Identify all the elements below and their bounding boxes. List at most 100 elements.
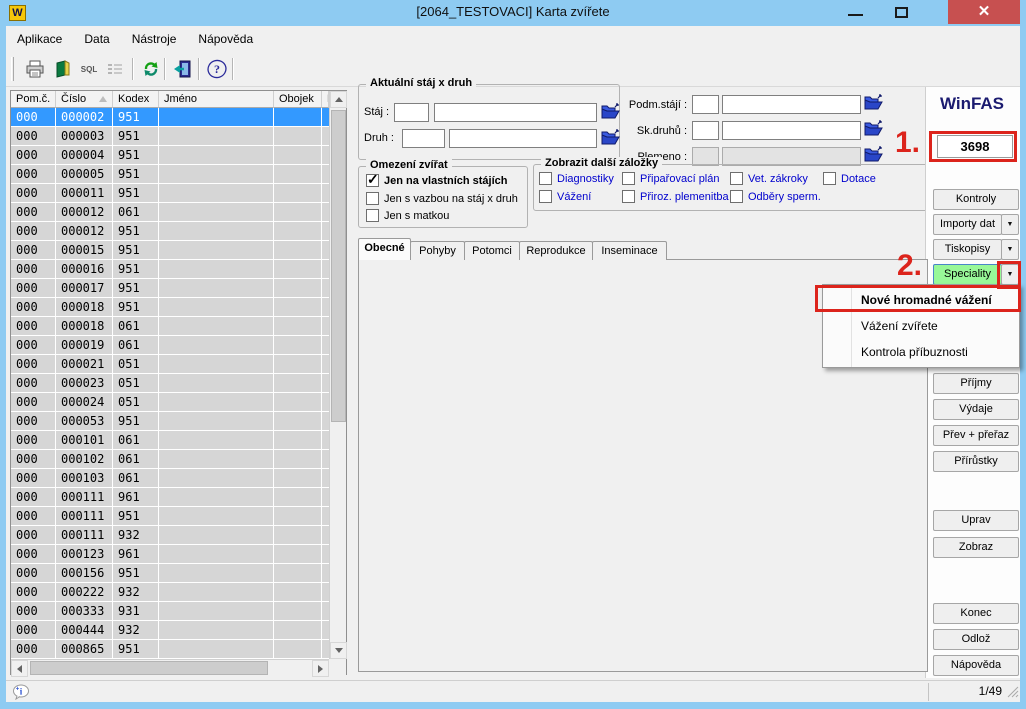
tab-obecne[interactable]: Obecné: [358, 238, 411, 260]
odloz-button[interactable]: Odlož: [933, 629, 1019, 650]
sk-druhu-code-input[interactable]: [692, 121, 719, 140]
table-row[interactable]: 000000053951: [11, 412, 329, 431]
staj-name-input[interactable]: [434, 103, 597, 122]
konec-button[interactable]: Konec: [933, 603, 1019, 624]
prijmy-button[interactable]: Příjmy: [933, 373, 1019, 394]
scroll-left-button[interactable]: [11, 660, 28, 677]
close-button[interactable]: ✕: [948, 0, 1020, 24]
podm-staji-code-input[interactable]: [692, 95, 719, 114]
checkbox-priroz-plemenitba[interactable]: Přiroz. plemenitba: [622, 190, 729, 203]
table-row[interactable]: 000000156951: [11, 564, 329, 583]
column-header-obojek[interactable]: Obojek: [274, 91, 322, 108]
checkbox-vazeni[interactable]: Vážení: [539, 190, 591, 203]
podm-staji-lookup-button[interactable]: [864, 94, 884, 111]
menu-napoveda[interactable]: Nápověda: [187, 28, 264, 50]
prirustky-button[interactable]: Přírůstky: [933, 451, 1019, 472]
menu-aplikace[interactable]: Aplikace: [6, 28, 73, 50]
menu-item-vazeni-zvirete[interactable]: Vážení zvířete: [853, 313, 1019, 339]
table-row[interactable]: 000000012951: [11, 222, 329, 241]
table-row[interactable]: 000000011951: [11, 184, 329, 203]
tiskopisy-dropdown-button[interactable]: ▼: [1001, 239, 1019, 260]
prev-preraz-button[interactable]: Přev + přeřaz: [933, 425, 1019, 446]
horizontal-scrollbar[interactable]: [11, 659, 329, 676]
vertical-scroll-thumb[interactable]: [331, 110, 346, 422]
checkbox-jen-s-vazbou[interactable]: Jen s vazbou na stáj x druh: [366, 192, 518, 205]
tab-inseminace[interactable]: Inseminace: [592, 241, 667, 260]
menu-item-kontrola-pribuznosti[interactable]: Kontrola příbuznosti: [853, 339, 1019, 365]
table-row[interactable]: 000000004951: [11, 146, 329, 165]
table-row[interactable]: 000000024051: [11, 393, 329, 412]
maximize-button[interactable]: [879, 0, 925, 24]
kontroly-button[interactable]: Kontroly: [933, 189, 1019, 210]
print-button[interactable]: [22, 56, 48, 82]
table-row[interactable]: 000000865951: [11, 640, 329, 659]
exit-button[interactable]: [170, 56, 196, 82]
checkbox-vet-zakroky[interactable]: Vet. zákroky: [730, 172, 808, 185]
table-row[interactable]: 000000101061: [11, 431, 329, 450]
table-row[interactable]: 000000005951: [11, 165, 329, 184]
table-row[interactable]: 000000017951: [11, 279, 329, 298]
table-row[interactable]: 000000123961: [11, 545, 329, 564]
scroll-up-button[interactable]: [330, 91, 347, 108]
tiskopisy-button[interactable]: Tiskopisy: [933, 239, 1002, 260]
tab-reprodukce[interactable]: Reprodukce: [519, 241, 593, 260]
importy-dat-dropdown-button[interactable]: ▼: [1001, 214, 1019, 235]
table-row[interactable]: 000000015951: [11, 241, 329, 260]
help-button[interactable]: ?: [204, 56, 230, 82]
checkbox-jen-na-vlastnich-stajich[interactable]: Jen na vlastních stájích: [366, 174, 508, 187]
toolbar-grip[interactable]: [11, 57, 14, 81]
druh-code-input[interactable]: [402, 129, 445, 148]
horizontal-scroll-thumb[interactable]: [30, 661, 268, 675]
plemeno-lookup-button[interactable]: [864, 146, 884, 163]
scroll-right-button[interactable]: [312, 660, 329, 677]
importy-dat-button[interactable]: Importy dat: [933, 214, 1002, 235]
table-row[interactable]: 000000333931: [11, 602, 329, 621]
table-row[interactable]: 000000111951: [11, 507, 329, 526]
checkbox-priparovaci-plan[interactable]: Připařovací plán: [622, 172, 720, 185]
speciality-button[interactable]: Speciality: [933, 264, 1002, 285]
staj-code-input[interactable]: [394, 103, 429, 122]
checkbox-jen-s-matkou[interactable]: Jen s matkou: [366, 209, 449, 222]
table-row[interactable]: 000000222932: [11, 583, 329, 602]
table-row[interactable]: 000000111961: [11, 488, 329, 507]
tab-pohyby[interactable]: Pohyby: [410, 241, 465, 260]
column-header-kodex[interactable]: Kodex: [113, 91, 159, 108]
sk-druhu-lookup-button[interactable]: [864, 120, 884, 137]
journal-button[interactable]: [50, 56, 76, 82]
table-row[interactable]: 000000444932: [11, 621, 329, 640]
druh-name-input[interactable]: [449, 129, 597, 148]
sql-button[interactable]: SQL: [76, 56, 102, 82]
zobraz-button[interactable]: Zobraz: [933, 537, 1019, 558]
table-row[interactable]: 000000023051: [11, 374, 329, 393]
table-row[interactable]: 000000111932: [11, 526, 329, 545]
table-row[interactable]: 000000019061: [11, 336, 329, 355]
checkbox-diagnostiky[interactable]: Diagnostiky: [539, 172, 614, 185]
tab-potomci[interactable]: Potomci: [464, 241, 520, 260]
table-row[interactable]: 000000003951: [11, 127, 329, 146]
checkbox-dotace[interactable]: Dotace: [823, 172, 876, 185]
vydaje-button[interactable]: Výdaje: [933, 399, 1019, 420]
table-row[interactable]: 000000016951: [11, 260, 329, 279]
napoveda-button[interactable]: Nápověda: [933, 655, 1019, 676]
column-header-cislo[interactable]: Číslo: [56, 91, 113, 108]
refresh-button[interactable]: [138, 56, 164, 82]
checkbox-odbery-sperm[interactable]: Odběry sperm.: [730, 190, 821, 203]
podm-staji-name-input[interactable]: [722, 95, 861, 114]
table-row[interactable]: 000000002951: [11, 108, 329, 127]
resize-grip[interactable]: [1006, 685, 1019, 701]
minimize-button[interactable]: [833, 0, 879, 24]
sk-druhu-name-input[interactable]: [722, 121, 861, 140]
table-row[interactable]: 000000103061: [11, 469, 329, 488]
titlebar[interactable]: W [2064_TESTOVACI] Karta zvířete ✕: [0, 0, 1026, 26]
menu-nastroje[interactable]: Nástroje: [121, 28, 188, 50]
table-row[interactable]: 000000021051: [11, 355, 329, 374]
table-row[interactable]: 000000018951: [11, 298, 329, 317]
uprav-button[interactable]: Uprav: [933, 510, 1019, 531]
menu-data[interactable]: Data: [73, 28, 120, 50]
scroll-down-button[interactable]: [330, 642, 347, 659]
column-header-p[interactable]: P: [322, 91, 329, 108]
table-row[interactable]: 000000012061: [11, 203, 329, 222]
vertical-scrollbar[interactable]: [329, 91, 346, 659]
table-row[interactable]: 000000018061: [11, 317, 329, 336]
column-header-jmeno[interactable]: Jméno: [159, 91, 274, 108]
